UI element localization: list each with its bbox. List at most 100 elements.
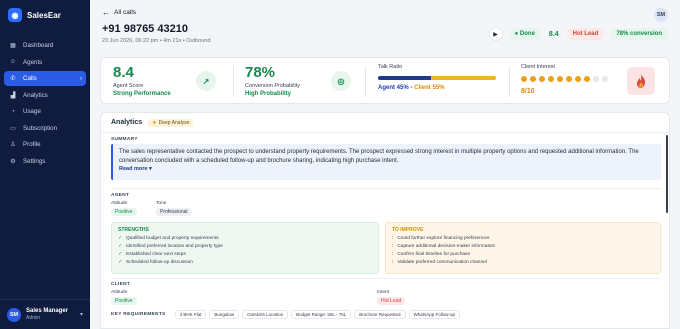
talk-ratio-title: Talk Ratio [378, 64, 403, 70]
lead-badge: Hot Lead [566, 28, 605, 40]
agent-score-sub: Strong Performance [113, 91, 171, 97]
talk-ratio-bar [378, 76, 496, 80]
score-badge: 8.4 [548, 30, 559, 38]
divider [233, 66, 234, 97]
client-interest-stat: Client Interest 8/10 [521, 58, 608, 105]
card-icon: ▭ [10, 125, 16, 132]
header-actions: ▶ ● Done 8.4 Hot Lead 78% conversion [488, 27, 668, 41]
status-label: Done [519, 31, 535, 37]
sidebar-item-usage[interactable]: ◔ Usage [4, 104, 86, 119]
agent-tone-value: Professional [156, 208, 192, 216]
agent-label: AGENT [111, 193, 130, 198]
play-button[interactable]: ▶ [488, 27, 503, 41]
summary-text: The sales representative contacted the p… [119, 149, 639, 164]
avatar[interactable]: SM [654, 8, 668, 22]
sidebar-item-subscription[interactable]: ▭ Subscription [4, 121, 86, 136]
target-icon: ◎ [331, 71, 351, 91]
client-attitude-label: Attitude [111, 290, 128, 295]
sidebar-item-label: Analytics [23, 91, 48, 99]
strength-text: Qualified budget and property requiremen… [126, 236, 219, 241]
talk-client-text: Client 55% [414, 85, 445, 91]
sidebar-item-label: Calls [23, 75, 37, 82]
interest-dot [521, 76, 527, 82]
conversion-label: Conversion Probability [245, 83, 301, 89]
brand[interactable]: ◉ SalesEar [0, 0, 90, 30]
deep-analyse-button[interactable]: ★ Deep Analyse [148, 118, 194, 127]
requirement-tag: Bungalow [209, 310, 240, 319]
gauge-icon: ◔ [11, 108, 15, 115]
talk-ratio-stat: Talk Ratio Agent 45% • Client 55% [378, 58, 496, 105]
list-item: ! Could further explore financing prefere… [392, 235, 654, 243]
sidebar-item-agents[interactable]: ☺ Agents [4, 55, 86, 70]
talk-agent-text: Agent 45% [378, 85, 409, 91]
strength-text: Identified preferred location and proper… [126, 244, 223, 249]
exclamation-icon: ! [392, 236, 394, 241]
interest-dot [575, 76, 581, 82]
status-badge: ● Done [508, 28, 541, 40]
agent-tone-label: Tone [156, 201, 167, 206]
interest-dot [602, 76, 608, 82]
sidebar-item-settings[interactable]: ⚙ Settings [4, 154, 86, 169]
stats-card: 8.4 Agent Score Strong Performance ↗ 78%… [100, 57, 670, 104]
list-item: ✓ Scheduled follow-up discussion [118, 259, 372, 267]
client-interest-title: Client Interest [521, 64, 555, 70]
play-icon: ▶ [493, 31, 498, 38]
users-icon: ☺ [9, 59, 17, 65]
analytics-header: Analytics ★ Deep Analyse [101, 113, 669, 133]
improve-text: Could further explore financing preferen… [397, 236, 490, 241]
user-name: Sales Manager [26, 308, 69, 314]
agent-score-label: Agent Score [113, 83, 144, 89]
improve-text: Capture additional decision-maker inform… [397, 244, 496, 249]
sidebar-item-label: Profile [23, 141, 41, 148]
grid-icon: ▦ [10, 43, 16, 49]
interest-dot [530, 76, 536, 82]
sidebar-nav: ▦ Dashboard ☺ Agents ✆ Calls › ▟ Analyti… [0, 38, 90, 169]
back-link[interactable]: ← All calls [102, 8, 668, 17]
improve-title: TO IMPROVE [392, 227, 424, 233]
deep-analyse-label: Deep Analyse [158, 119, 190, 126]
requirements-label: KEY REQUIREMENTS [111, 312, 166, 317]
client-intent-tag: Hot Lead [377, 297, 406, 305]
chart-icon: ▟ [10, 92, 16, 99]
divider [365, 66, 366, 97]
requirement-tag: WhatsApp Follow-up [408, 310, 461, 319]
sidebar-item-profile[interactable]: ♙ Profile [4, 137, 86, 152]
check-icon: ✓ [118, 244, 123, 249]
client-interest-dots [521, 76, 608, 82]
strengths-title: STRENGTHS [118, 227, 149, 233]
brand-logo-icon: ◉ [8, 8, 22, 22]
agent-score-stat: 8.4 Agent Score Strong Performance [113, 58, 171, 105]
talk-ratio-legend: Agent 45% • Client 55% [378, 85, 496, 91]
list-item: ✓ Qualified budget and property requireme… [118, 235, 372, 243]
phone-icon: ✆ [10, 76, 16, 82]
read-more-link[interactable]: Read more ▾ [119, 166, 655, 172]
fire-icon [627, 67, 655, 95]
summary-box: The sales representative contacted the p… [111, 144, 661, 180]
improve-text: Validate preferred communication channel [397, 260, 487, 265]
main-content: ← All calls +91 98765 43210 23 Jun 2026,… [90, 0, 680, 329]
caret-down-icon: ▾ [79, 312, 83, 318]
user-menu[interactable]: SM Sales Manager Admin ▾ [0, 299, 90, 329]
interest-dot [557, 76, 563, 82]
interest-dot [593, 76, 599, 82]
scrollbar[interactable] [666, 135, 668, 213]
sidebar-item-label: Settings [23, 157, 46, 165]
sidebar-item-analytics[interactable]: ▟ Analytics [4, 88, 86, 103]
key-requirements: KEY REQUIREMENTS 3 BHK Flat Bungalow Out… [111, 310, 461, 319]
read-more-label: Read more [119, 166, 148, 172]
agent-attitude-value: Positive [111, 208, 137, 216]
client-attitude-value: Positive [111, 297, 137, 305]
talk-ratio-agent-fill [378, 76, 432, 80]
conversion-badge: 78% conversion [610, 28, 668, 40]
strength-text: Established clear next steps [126, 252, 186, 257]
exclamation-icon: ! [392, 244, 394, 249]
sparkle-icon: ★ [152, 119, 157, 126]
interest-dot [548, 76, 554, 82]
agent-attitude-tag: Positive [111, 208, 137, 216]
sidebar-item-calls[interactable]: ✆ Calls › [4, 71, 86, 86]
chevron-down-icon: ▾ [148, 166, 152, 172]
sidebar-item-dashboard[interactable]: ▦ Dashboard [4, 38, 86, 53]
interest-dot [584, 76, 590, 82]
avatar: SM [7, 307, 21, 322]
analytics-card: Analytics ★ Deep Analyse SUMMARY The sal… [100, 112, 670, 329]
